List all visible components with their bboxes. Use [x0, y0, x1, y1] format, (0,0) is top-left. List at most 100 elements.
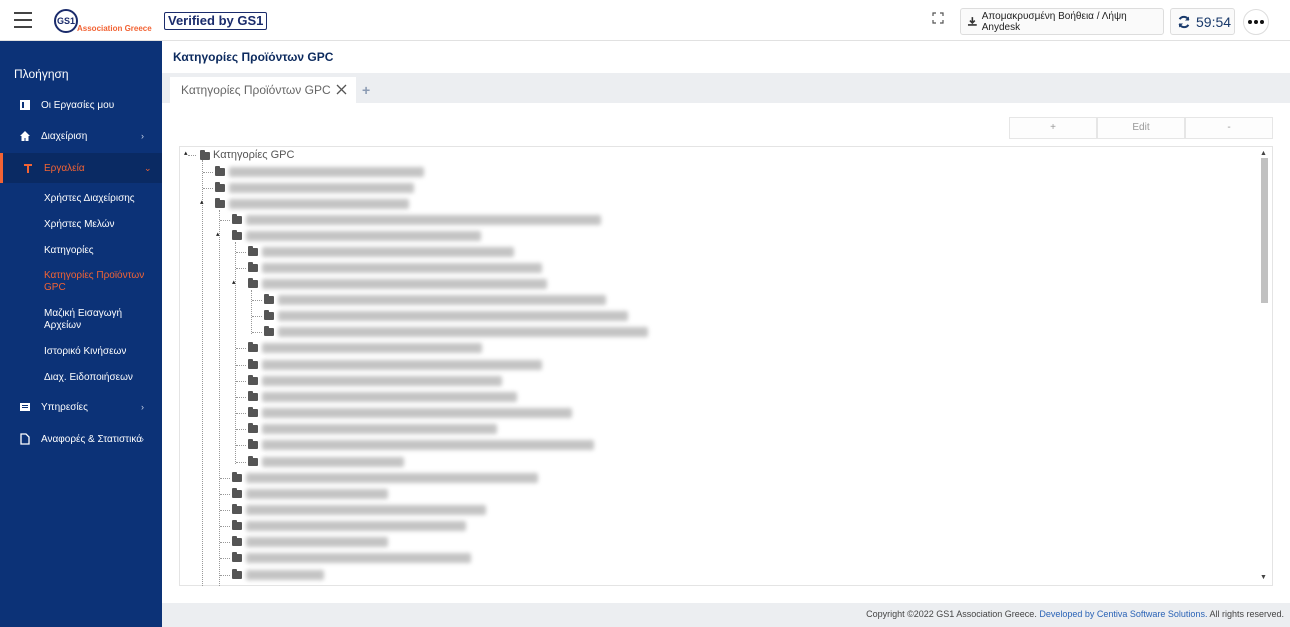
redacted-node-label[interactable]	[229, 167, 424, 177]
scroll-down-icon[interactable]: ▼	[1260, 574, 1267, 581]
tree-scrollbar[interactable]: ▲ ▼	[1260, 150, 1269, 584]
redacted-node-label[interactable]	[246, 553, 471, 563]
scroll-thumb[interactable]	[1261, 158, 1268, 303]
redacted-node-label[interactable]	[278, 311, 628, 321]
sidebar-subitem-notifications[interactable]: Διαχ. Ειδοποιήσεων	[44, 372, 154, 384]
tree-guide-line	[219, 210, 220, 586]
redacted-node-label[interactable]	[262, 263, 542, 273]
folder-icon	[248, 278, 258, 288]
sidebar-subitem-admin-users[interactable]: Χρήστες Διαχείρισης	[44, 193, 154, 205]
sidebar-item-my-tasks[interactable]: Οι Εργασίες μου	[0, 90, 162, 120]
redacted-node-label[interactable]	[246, 231, 481, 241]
tree-toggle-icon[interactable]: ▴	[232, 278, 236, 286]
sidebar-subitem-member-users[interactable]: Χρήστες Μελών	[44, 219, 154, 231]
tree-connector	[220, 526, 230, 527]
footer: Copyright ©2022 GS1 Association Greece. …	[162, 603, 1290, 627]
folder-icon	[232, 472, 242, 482]
folder-icon	[232, 520, 242, 530]
tree-connector	[203, 172, 213, 173]
tab-gpc-categories[interactable]: Κατηγορίες Προϊόντων GPC	[170, 77, 356, 103]
tree-root-label[interactable]: Κατηγορίες GPC	[213, 149, 294, 161]
sidebar-item-tools[interactable]: Εργαλεία ⌄	[0, 153, 162, 183]
sidebar-subitem-categories[interactable]: Κατηγορίες	[44, 245, 154, 257]
close-icon[interactable]	[336, 84, 347, 95]
footer-text: Copyright ©2022 GS1 Association Greece. …	[866, 609, 1284, 619]
tree-connector	[236, 413, 246, 414]
redacted-node-label[interactable]	[246, 215, 601, 225]
redacted-node-label[interactable]	[229, 199, 409, 209]
tools-icon	[24, 164, 32, 173]
tree-connector	[236, 445, 246, 446]
more-options-icon[interactable]	[1243, 9, 1269, 35]
redacted-node-label[interactable]	[246, 570, 324, 580]
tree-toggle-icon[interactable]: ▴	[216, 230, 220, 238]
redacted-node-label[interactable]	[262, 343, 482, 353]
sidebar: Πλοήγηση Οι Εργασίες μου Διαχείριση › Ερ…	[0, 41, 162, 627]
redacted-node-label[interactable]	[278, 327, 648, 337]
sidebar-item-management[interactable]: Διαχείριση ›	[0, 121, 162, 151]
tab-label: Κατηγορίες Προϊόντων GPC	[181, 83, 331, 97]
redacted-node-label[interactable]	[278, 295, 606, 305]
redacted-node-label[interactable]	[262, 360, 542, 370]
folder-icon	[215, 166, 225, 176]
redacted-node-label[interactable]	[262, 392, 517, 402]
redacted-node-label[interactable]	[246, 521, 466, 531]
redacted-node-label[interactable]	[262, 376, 502, 386]
tree-connector	[236, 397, 246, 398]
hamburger-menu-icon[interactable]	[14, 12, 32, 28]
redacted-node-label[interactable]	[262, 424, 497, 434]
redacted-node-label[interactable]	[246, 537, 388, 547]
redacted-node-label[interactable]	[262, 408, 572, 418]
tree-connector	[252, 316, 262, 317]
redacted-node-label[interactable]	[262, 247, 514, 257]
verified-by-gs1-badge[interactable]: Verified by GS1	[164, 12, 268, 30]
sidebar-title: Πλοήγηση	[14, 67, 69, 81]
tree-toggle-icon[interactable]: ▴	[200, 198, 204, 206]
tree-guide-line	[202, 160, 203, 586]
tree-connector	[236, 252, 246, 253]
sidebar-item-services[interactable]: Υπηρεσίες ›	[0, 392, 162, 422]
gs1-logo-subtitle: Association Greece	[77, 24, 152, 33]
redacted-node-label[interactable]	[262, 440, 594, 450]
scroll-up-icon[interactable]: ▲	[1260, 150, 1267, 157]
edit-node-button[interactable]: Edit	[1097, 117, 1185, 139]
fullscreen-icon[interactable]	[932, 12, 944, 24]
folder-icon	[264, 294, 274, 304]
gs1-logo[interactable]: GS1 Association Greece	[54, 7, 154, 35]
sidebar-subitem-bulk-import[interactable]: Μαζική Εισαγωγή Αρχείων	[44, 308, 154, 332]
sidebar-subitem-history[interactable]: Ιστορικό Κινήσεων	[44, 346, 154, 358]
folder-icon	[200, 150, 210, 160]
refresh-icon	[1178, 15, 1190, 28]
tree-connector	[236, 429, 246, 430]
tasks-icon	[20, 100, 30, 110]
tree-connector	[236, 268, 246, 269]
add-node-button[interactable]: +	[1009, 117, 1097, 139]
folder-icon	[248, 342, 258, 352]
footer-developer-link[interactable]: Developed by Centiva Software Solutions.	[1039, 609, 1207, 619]
redacted-node-label[interactable]	[246, 489, 388, 499]
remove-node-button[interactable]: -	[1185, 117, 1273, 139]
chevron-right-icon: ›	[141, 434, 144, 444]
chevron-right-icon: ›	[141, 131, 144, 141]
redacted-node-label[interactable]	[262, 279, 547, 289]
folder-icon	[248, 262, 258, 272]
redacted-node-label[interactable]	[262, 457, 404, 467]
tree-connector	[220, 478, 230, 479]
folder-icon	[215, 198, 225, 208]
redacted-node-label[interactable]	[246, 505, 486, 515]
folder-icon	[232, 230, 242, 240]
session-timer-button[interactable]: 59:54	[1170, 8, 1235, 35]
sidebar-item-reports[interactable]: Αναφορές & Στατιστικά ›	[0, 424, 162, 454]
sidebar-item-label: Εργαλεία	[44, 162, 85, 174]
folder-icon	[248, 423, 258, 433]
redacted-node-label[interactable]	[229, 183, 414, 193]
folder-icon	[264, 326, 274, 336]
add-tab-button[interactable]: +	[362, 82, 370, 98]
tab-strip: Κατηγορίες Προϊόντων GPC +	[162, 73, 1290, 103]
sidebar-subitem-gpc-categories[interactable]: Κατηγορίες Προϊόντων GPC	[44, 270, 154, 294]
redacted-node-label[interactable]	[246, 473, 538, 483]
anydesk-button[interactable]: Απομακρυσμένη Βοήθεια / Λήψη Anydesk	[960, 8, 1164, 35]
tree-toggle-icon[interactable]: ▴	[184, 149, 188, 157]
folder-icon	[264, 310, 274, 320]
folder-icon	[232, 214, 242, 224]
